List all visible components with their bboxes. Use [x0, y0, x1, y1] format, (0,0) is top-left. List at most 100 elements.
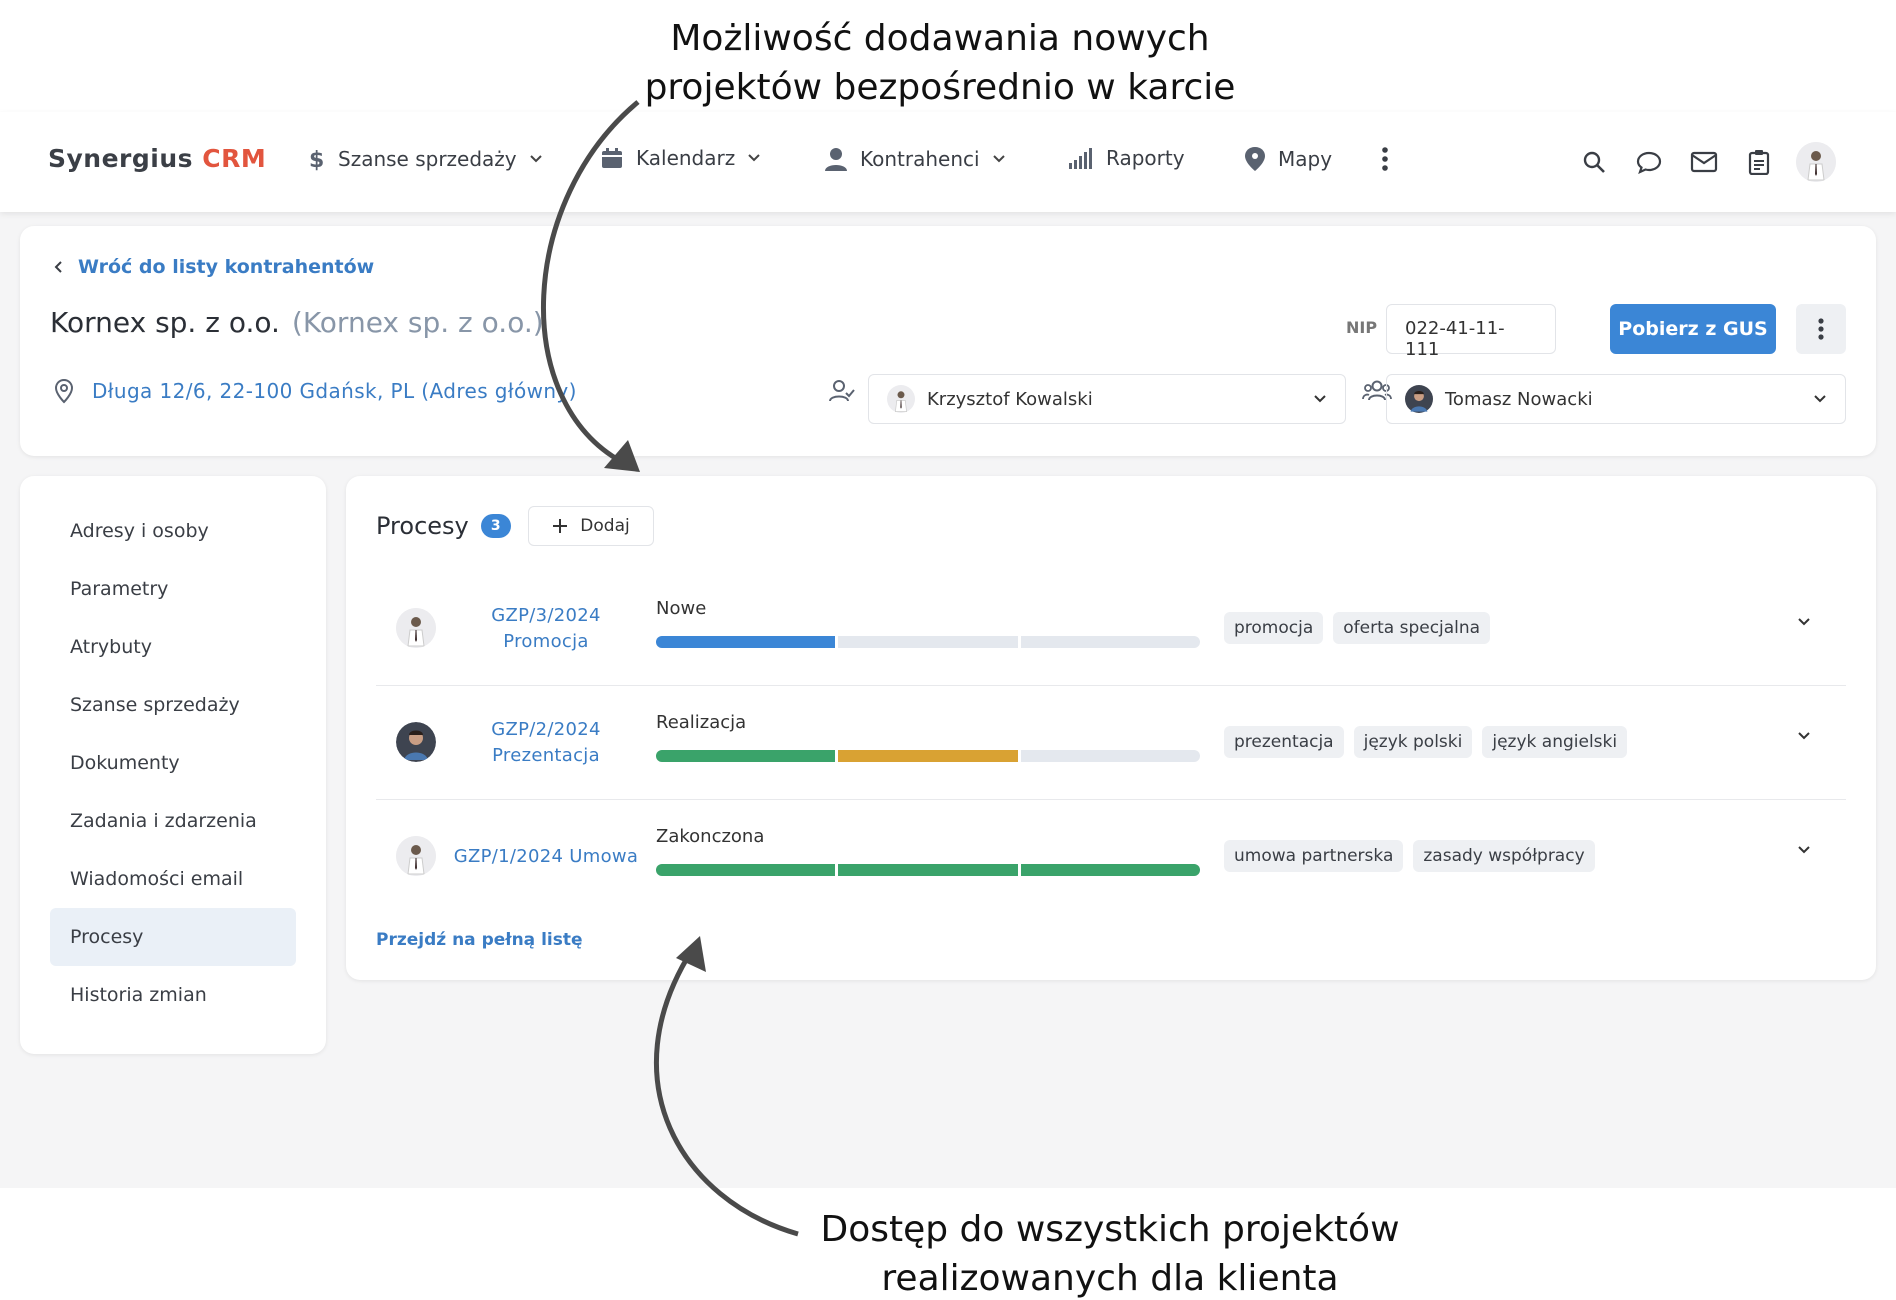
process-id-link[interactable]: GZP/3/2024 Promocja [446, 572, 646, 686]
mail-button[interactable] [1686, 144, 1722, 180]
process-id-link[interactable]: GZP/2/2024 Prezentacja [446, 686, 646, 800]
process-status: Nowe [656, 598, 707, 619]
nav-label: Kalendarz [636, 146, 736, 170]
process-id-link[interactable]: GZP/1/2024 Umowa [446, 800, 646, 914]
crm-app: Synergius CRM $ Szanse sprzedaży Kalenda… [0, 112, 1896, 1188]
callout-top-line2: projektów bezpośrednio w karcie [644, 67, 1236, 108]
user-check-icon [829, 380, 855, 402]
back-link-label: Wróć do listy kontrahentów [78, 256, 375, 278]
process-row[interactable]: GZP/2/2024 Prezentacja Realizacja prezen… [376, 686, 1846, 800]
sidebar-item-processes[interactable]: Procesy [50, 908, 296, 966]
sidebar-item-addresses[interactable]: Adresy i osoby [50, 502, 296, 560]
chevron-down-icon[interactable] [1796, 730, 1812, 742]
stage-segment [835, 750, 1018, 762]
nav-item-calendar[interactable]: Kalendarz [600, 146, 761, 170]
stage-segment [835, 636, 1017, 648]
chevron-down-icon [748, 154, 760, 162]
chevron-down-icon [992, 155, 1005, 163]
process-row[interactable]: GZP/3/2024 Promocja Nowe promocja oferta… [376, 572, 1846, 686]
chat-button[interactable] [1631, 144, 1667, 180]
chevron-down-icon [1314, 395, 1326, 403]
person-avatar-icon [396, 608, 436, 648]
chat-bubble-icon [1636, 151, 1662, 174]
tag-list: promocja oferta specjalna [1224, 612, 1491, 644]
address-text: Długa 12/6, 22-100 Gdańsk, PL (Adres głó… [92, 379, 577, 403]
more-vertical-icon [1818, 318, 1824, 340]
sidebar-item-emails[interactable]: Wiadomości email [50, 850, 296, 908]
callout-bottom-line2: realizowanych dla klienta [881, 1258, 1339, 1299]
stage-segment [1017, 636, 1200, 648]
company-name: Kornex sp. z o.o. [50, 306, 280, 339]
sidebar-item-attributes[interactable]: Atrybuty [50, 618, 296, 676]
stage-segment [1017, 864, 1200, 876]
process-status: Realizacja [656, 712, 747, 733]
app-logo[interactable]: Synergius CRM [48, 144, 266, 173]
stage-progress-bar [656, 750, 1200, 762]
nav-item-reports[interactable]: Raporty [1068, 146, 1185, 170]
search-button[interactable] [1576, 144, 1612, 180]
callout-bottom-line1: Dostęp do wszystkich projektów [820, 1209, 1400, 1250]
processes-title: Procesy 3 [376, 512, 511, 540]
team-select[interactable]: Tomasz Nowacki [1386, 374, 1846, 424]
tag-list: prezentacja język polski język angielski [1224, 726, 1628, 758]
callout-top-line1: Możliwość dodawania nowych [670, 18, 1210, 59]
person-avatar-icon [1796, 142, 1836, 182]
person-avatar-icon [1405, 385, 1433, 413]
stage-segment [1017, 750, 1200, 762]
nav-item-maps[interactable]: Mapy [1244, 146, 1332, 172]
nip-field[interactable]: 022-41-11-111 [1386, 304, 1556, 360]
sidebar-item-documents[interactable]: Dokumenty [50, 734, 296, 792]
sidebar-item-tasks[interactable]: Zadania i zdarzenia [50, 792, 296, 850]
more-vertical-icon [1382, 147, 1388, 171]
team-member-name: Tomasz Nowacki [1445, 388, 1593, 410]
section-sidebar: Adresy i osoby Parametry Atrybuty Szanse… [20, 476, 326, 1054]
chevron-down-icon[interactable] [1796, 844, 1812, 856]
address-link[interactable]: Długa 12/6, 22-100 Gdańsk, PL (Adres głó… [54, 378, 577, 404]
callout-bottom: Dostęp do wszystkich projektów realizowa… [790, 1205, 1430, 1300]
tag: umowa partnerska [1224, 840, 1404, 872]
nav-label: Mapy [1278, 147, 1333, 171]
plus-icon [553, 519, 568, 533]
chevron-down-icon [529, 155, 542, 163]
stage-progress-bar [656, 636, 1200, 648]
processes-title-text: Procesy [376, 512, 469, 540]
map-pin-icon [1245, 147, 1265, 171]
nav-item-sales[interactable]: $ Szanse sprzedaży [306, 146, 543, 172]
header-more-button[interactable] [1796, 304, 1846, 354]
tag: prezentacja [1224, 726, 1344, 758]
full-list-link[interactable]: Przejdź na pełną listę [376, 930, 583, 950]
svg-text:$: $ [309, 148, 324, 172]
tasks-button[interactable] [1741, 144, 1777, 180]
company-alias: (Kornex sp. z o.o.) [291, 306, 544, 339]
fetch-gus-button[interactable]: Pobierz z GUS [1610, 304, 1776, 354]
dollar-icon: $ [309, 148, 324, 172]
stage-progress-bar [656, 864, 1200, 876]
add-process-button[interactable]: Dodaj [528, 506, 654, 546]
nav-label: Raporty [1106, 146, 1185, 170]
stage-segment [835, 864, 1018, 876]
page-title: Kornex sp. z o.o. (Kornex sp. z o.o.) [50, 306, 544, 339]
nav-item-contractors[interactable]: Kontrahenci [824, 146, 1006, 172]
logo-accent: CRM [202, 144, 267, 173]
mail-icon [1690, 151, 1718, 173]
tag: oferta specjalna [1333, 612, 1491, 644]
process-status: Zakonczona [656, 826, 765, 847]
sidebar-item-sales[interactable]: Szanse sprzedaży [50, 676, 296, 734]
nav-more-button[interactable] [1380, 146, 1390, 172]
process-owner-avatar [396, 722, 436, 762]
sidebar-item-parameters[interactable]: Parametry [50, 560, 296, 618]
owner-name: Krzysztof Kowalski [927, 388, 1093, 410]
owner-select[interactable]: Krzysztof Kowalski [868, 374, 1346, 424]
chevron-down-icon [1814, 395, 1826, 403]
stage-segment [656, 750, 836, 762]
back-to-list-link[interactable]: Wróć do listy kontrahentów [54, 256, 374, 278]
process-row[interactable]: GZP/1/2024 Umowa Zakonczona umowa partne… [376, 800, 1846, 914]
contractor-header-card: Wróć do listy kontrahentów Kornex sp. z … [20, 226, 1876, 456]
chevron-down-icon[interactable] [1796, 616, 1812, 628]
sidebar-item-history[interactable]: Historia zmian [50, 966, 296, 1024]
person-avatar-icon [887, 385, 915, 413]
clipboard-icon [1748, 150, 1770, 175]
user-avatar[interactable] [1796, 142, 1836, 182]
person-avatar-icon [396, 722, 436, 762]
tag: język polski [1353, 726, 1473, 758]
